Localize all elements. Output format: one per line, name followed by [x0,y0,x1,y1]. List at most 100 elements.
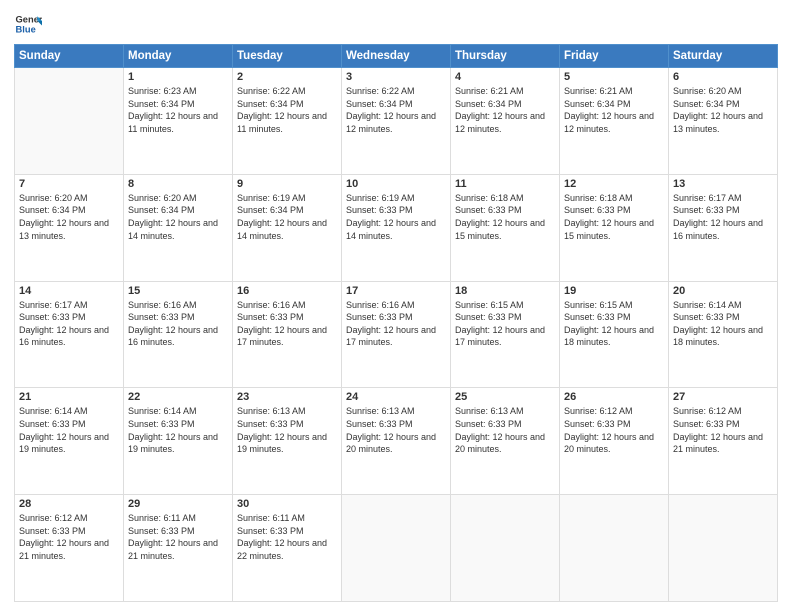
sunrise-text: Sunrise: 6:21 AM [564,86,633,96]
day-number: 16 [237,285,337,297]
day-info: Sunrise: 6:21 AMSunset: 6:34 PMDaylight:… [564,85,664,135]
logo: General Blue [14,10,46,38]
day-info: Sunrise: 6:23 AMSunset: 6:34 PMDaylight:… [128,85,228,135]
day-info: Sunrise: 6:15 AMSunset: 6:33 PMDaylight:… [455,299,555,349]
day-info: Sunrise: 6:12 AMSunset: 6:33 PMDaylight:… [19,512,119,562]
sunrise-text: Sunrise: 6:20 AM [19,193,88,203]
sunset-text: Sunset: 6:34 PM [564,99,631,109]
day-info: Sunrise: 6:19 AMSunset: 6:33 PMDaylight:… [346,192,446,242]
sunset-text: Sunset: 6:34 PM [19,205,86,215]
calendar-cell: 18Sunrise: 6:15 AMSunset: 6:33 PMDayligh… [451,281,560,388]
day-number: 6 [673,71,773,83]
sunset-text: Sunset: 6:33 PM [564,312,631,322]
sunset-text: Sunset: 6:33 PM [19,526,86,536]
calendar-header-thursday: Thursday [451,45,560,68]
day-number: 30 [237,498,337,510]
day-info: Sunrise: 6:13 AMSunset: 6:33 PMDaylight:… [346,405,446,455]
day-number: 9 [237,178,337,190]
sunrise-text: Sunrise: 6:11 AM [128,513,196,523]
calendar-cell: 12 Sunrise: 6:18 AMSunset: 6:33 PMDayligh… [560,174,669,281]
daylight-text: Daylight: 12 hours and 22 minutes. [237,538,327,561]
day-info: Sunrise: 6:20 AMSunset: 6:34 PMDaylight:… [673,85,773,135]
sunset-text: Sunset: 6:33 PM [237,312,304,322]
sunrise-text: Sunrise: 6:13 AM [455,406,524,416]
sunrise-text: Sunrise: 6:20 AM [673,86,742,96]
calendar-header-friday: Friday [560,45,669,68]
day-info: Sunrise: 6:15 AMSunset: 6:33 PMDaylight:… [564,299,664,349]
day-info: Sunrise: 6:16 AMSunset: 6:33 PMDaylight:… [237,299,337,349]
day-number: 1 [128,71,228,83]
calendar-cell: 1 Sunrise: 6:23 AMSunset: 6:34 PMDaylight… [124,68,233,175]
sunset-text: Sunset: 6:33 PM [19,419,86,429]
sunset-text: Sunset: 6:33 PM [455,312,522,322]
day-info: Sunrise: 6:11 AMSunset: 6:33 PMDaylight:… [128,512,228,562]
daylight-text: Daylight: 12 hours and 14 minutes. [346,218,436,241]
header: General Blue [14,10,778,38]
calendar-cell: 22 Sunrise: 6:14 AM Sunset: 6:33 PM Dayligh… [124,388,233,495]
sunrise-text: Sunrise: 6:14 AM [673,300,742,310]
sunset-text: Sunset: 6:33 PM [673,205,740,215]
calendar-cell: 13Sunrise: 6:17 AMSunset: 6:33 PMDayligh… [669,174,778,281]
calendar-table: SundayMondayTuesdayWednesdayThursdayFrid… [14,44,778,602]
daylight-text: Daylight: 12 hours and 21 minutes. [19,538,109,561]
sunset-text: Sunset: 6:34 PM [346,99,413,109]
calendar-cell: 20Sunrise: 6:14 AMSunset: 6:33 PMDayligh… [669,281,778,388]
day-info: Sunrise: 6:22 AMSunset: 6:34 PMDaylight:… [346,85,446,135]
day-number: 19 [564,285,664,297]
day-number: 12 [564,178,664,190]
day-info: Sunrise: 6:18 AMSunset: 6:33 PMDaylight:… [564,192,664,242]
day-number: 22 [128,391,228,403]
day-info: Sunrise: 6:11 AMSunset: 6:33 PMDaylight:… [237,512,337,562]
day-number: 29 [128,498,228,510]
calendar-cell: 19 Sunrise: 6:15 AMSunset: 6:33 PMDayligh… [560,281,669,388]
daylight-text: Daylight: 12 hours and 19 minutes. [128,432,218,455]
day-number: 27 [673,391,773,403]
day-info: Sunrise: 6:18 AMSunset: 6:33 PMDaylight:… [455,192,555,242]
sunset-text: Sunset: 6:33 PM [673,312,740,322]
day-number: 21 [19,391,119,403]
calendar-cell [669,495,778,602]
sunrise-text: Sunrise: 6:19 AM [346,193,415,203]
week-row-2: 7Sunrise: 6:20 AMSunset: 6:34 PMDaylight… [15,174,778,281]
day-info: Sunrise: 6:19 AMSunset: 6:34 PMDaylight:… [237,192,337,242]
daylight-text: Daylight: 12 hours and 14 minutes. [128,218,218,241]
calendar-cell: 5Sunrise: 6:21 AMSunset: 6:34 PMDaylight… [560,68,669,175]
day-number: 10 [346,178,446,190]
day-info: Sunrise: 6:21 AMSunset: 6:34 PMDaylight:… [455,85,555,135]
daylight-text: Daylight: 12 hours and 16 minutes. [19,325,109,348]
page: General Blue SundayMondayTuesdayWednesda… [0,0,792,612]
sunrise-text: Sunrise: 6:15 AM [455,300,524,310]
sunset-text: Sunset: 6:33 PM [128,419,195,429]
sunset-text: Sunset: 6:33 PM [673,419,740,429]
daylight-text: Daylight: 12 hours and 11 minutes. [128,111,218,134]
calendar-cell [342,495,451,602]
day-number: 28 [19,498,119,510]
day-number: 25 [455,391,555,403]
calendar-cell [451,495,560,602]
day-info: Sunrise: 6:16 AMSunset: 6:33 PMDaylight:… [346,299,446,349]
day-number: 23 [237,391,337,403]
sunrise-text: Sunrise: 6:14 AM [128,406,197,416]
daylight-text: Daylight: 12 hours and 12 minutes. [455,111,545,134]
sunrise-text: Sunrise: 6:19 AM [237,193,306,203]
day-number: 15 [128,285,228,297]
sunrise-text: Sunrise: 6:16 AM [346,300,415,310]
sunset-text: Sunset: 6:33 PM [19,312,86,322]
calendar-cell: 24Sunrise: 6:13 AMSunset: 6:33 PMDayligh… [342,388,451,495]
sunset-text: Sunset: 6:34 PM [237,99,304,109]
sunset-text: Sunset: 6:33 PM [455,419,522,429]
daylight-text: Daylight: 12 hours and 16 minutes. [128,325,218,348]
sunrise-text: Sunrise: 6:17 AM [673,193,742,203]
week-row-1: 1 Sunrise: 6:23 AMSunset: 6:34 PMDaylight… [15,68,778,175]
day-number: 4 [455,71,555,83]
daylight-text: Daylight: 12 hours and 21 minutes. [128,538,218,561]
calendar-cell [560,495,669,602]
week-row-5: 28 Sunrise: 6:12 AMSunset: 6:33 PMDayligh… [15,495,778,602]
day-info: Sunrise: 6:16 AMSunset: 6:33 PMDaylight:… [128,299,228,349]
daylight-text: Daylight: 12 hours and 16 minutes. [673,218,763,241]
daylight-text: Daylight: 12 hours and 21 minutes. [673,432,763,455]
logo-icon: General Blue [14,10,42,38]
calendar-cell: 9Sunrise: 6:19 AMSunset: 6:34 PMDaylight… [233,174,342,281]
sunset-text: Sunset: 6:34 PM [237,205,304,215]
calendar-cell: 16 Sunrise: 6:16 AMSunset: 6:33 PMDayligh… [233,281,342,388]
